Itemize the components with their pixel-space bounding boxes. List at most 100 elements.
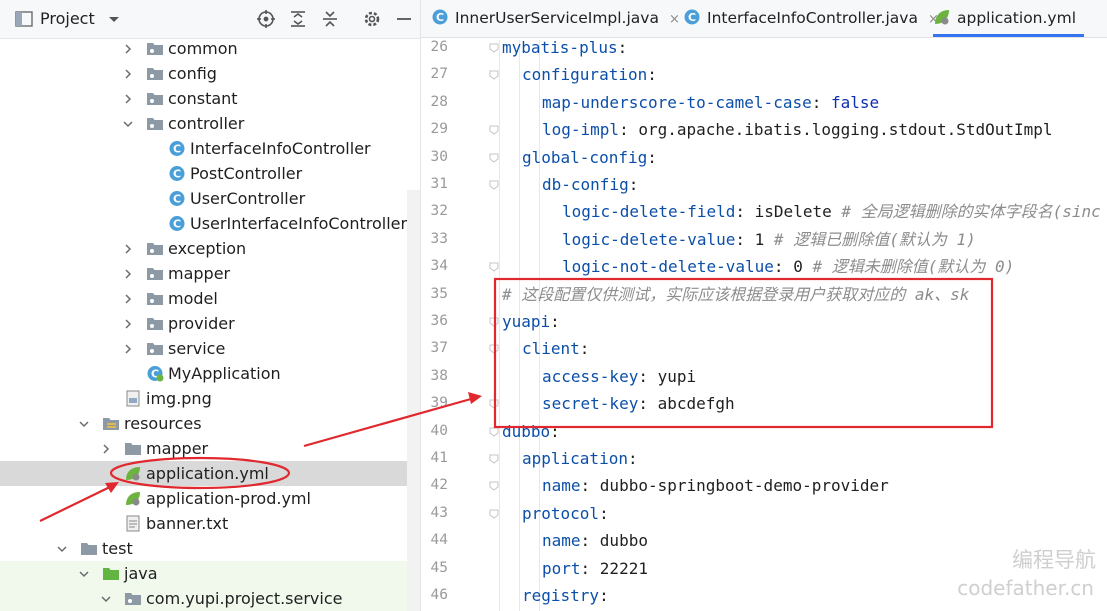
resources-folder-icon: [103, 418, 119, 430]
fold-marker-icon[interactable]: [489, 180, 499, 190]
yaml-key: name: [542, 531, 581, 551]
yaml-key: access-key: [542, 366, 639, 386]
chevron-right-icon[interactable]: [122, 318, 134, 330]
yaml-value: dubbo: [599, 531, 648, 551]
chevron-right-icon[interactable]: [100, 443, 112, 455]
chevron-down-icon[interactable]: [56, 543, 68, 555]
code-text: secret-key: abcdefgh: [542, 390, 735, 417]
yaml-key: log-impl: [542, 120, 620, 140]
editor-tab[interactable]: application.yml: [933, 0, 1085, 37]
tree-scrollbar[interactable]: [407, 190, 420, 611]
code-line: 41 application:: [421, 445, 1107, 472]
chevron-down-icon[interactable]: [100, 593, 112, 605]
chevron-down-icon[interactable]: [78, 418, 90, 430]
tree-item[interactable]: model: [0, 286, 420, 311]
punctuation: :: [628, 175, 639, 194]
code-line: 29 log-impl: org.apache.ibatis.logging.st…: [421, 116, 1107, 143]
fold-marker-icon[interactable]: [489, 43, 499, 53]
tree-item[interactable]: common: [0, 36, 420, 61]
panel-title[interactable]: Project: [40, 9, 95, 28]
editor-tab[interactable]: C InterfaceInfoController.java ×: [683, 0, 947, 37]
tree-item[interactable]: C UserInterfaceInfoController: [0, 211, 420, 236]
watermark-en: codefather.cn: [957, 576, 1094, 600]
punctuation: :: [580, 476, 600, 496]
code-text: logic-not-delete-value: 0 # 逻辑未删除值(默认为 0…: [562, 253, 1014, 280]
tree-item[interactable]: service: [0, 336, 420, 361]
tree-item[interactable]: application.yml: [0, 461, 420, 486]
tree-item-label: PostController: [190, 164, 303, 183]
target-icon[interactable]: [256, 9, 276, 29]
punctuation: :: [773, 257, 794, 277]
tree-item[interactable]: constant: [0, 86, 420, 111]
punctuation: :: [627, 449, 638, 468]
tree-item[interactable]: C InterfaceInfoController: [0, 136, 420, 161]
editor-tab-bar: C InnerUserServiceImpl.java × C InterfaceInf…: [421, 0, 1107, 38]
yaml-key: protocol: [522, 503, 600, 523]
yaml-value: 0: [793, 257, 813, 277]
fold-marker-icon[interactable]: [489, 427, 499, 437]
tree-item[interactable]: C MyApplication: [0, 361, 420, 386]
tree-item[interactable]: mapper: [0, 436, 420, 461]
fold-marker-icon[interactable]: [489, 70, 499, 81]
yaml-key: mybatis-plus: [502, 38, 618, 57]
fold-marker-icon[interactable]: [489, 509, 499, 519]
gear-icon[interactable]: [362, 9, 382, 29]
tree-item[interactable]: test: [0, 536, 420, 561]
yaml-key: configuration: [522, 65, 648, 85]
fold-marker-icon[interactable]: [489, 153, 499, 163]
chevron-right-icon[interactable]: [122, 68, 134, 80]
tree-item[interactable]: banner.txt: [0, 511, 420, 536]
tree-item[interactable]: exception: [0, 236, 420, 261]
fold-marker-icon[interactable]: [489, 317, 499, 327]
fold-marker-icon[interactable]: [489, 454, 499, 464]
code-text: yuapi:: [502, 308, 560, 335]
svg-text:C: C: [436, 11, 444, 24]
minimize-icon[interactable]: [394, 9, 414, 29]
punctuation: :: [579, 339, 590, 359]
chevron-down-icon[interactable]: [122, 118, 134, 130]
code-text: log-impl: org.apache.ibatis.logging.stdo…: [542, 116, 1053, 143]
code-line: 39 secret-key: abcdefgh: [421, 390, 1107, 417]
fold-marker-icon[interactable]: [489, 481, 499, 492]
fold-marker-icon[interactable]: [489, 344, 499, 355]
tree-item[interactable]: com.yupi.project.service: [0, 586, 420, 611]
java-class-icon: C: [684, 9, 700, 25]
tree-item[interactable]: resources: [0, 411, 420, 436]
tree-item[interactable]: mapper: [0, 261, 420, 286]
line-number: 45: [430, 559, 448, 576]
chevron-right-icon[interactable]: [122, 93, 134, 105]
chevron-right-icon[interactable]: [122, 243, 134, 255]
collapse-all-icon[interactable]: [320, 9, 340, 29]
fold-marker-icon[interactable]: [489, 125, 499, 135]
code-line: 43 protocol:: [421, 500, 1107, 527]
java-class-icon: C: [432, 9, 448, 25]
chevron-right-icon[interactable]: [122, 43, 134, 55]
tree-item[interactable]: application-prod.yml: [0, 486, 420, 511]
chevron-right-icon[interactable]: [122, 293, 134, 305]
tree-item[interactable]: provider: [0, 311, 420, 336]
editor-tab[interactable]: C InnerUserServiceImpl.java ×: [431, 0, 688, 37]
yaml-value: dubbo-springboot-demo-provider: [599, 476, 889, 496]
tree-item-label: InterfaceInfoController: [190, 139, 371, 158]
java-class-icon: C: [169, 166, 185, 181]
close-icon[interactable]: ×: [669, 12, 680, 27]
line-number: 32: [430, 203, 448, 220]
tree-item[interactable]: img.png: [0, 386, 420, 411]
expand-all-icon[interactable]: [288, 9, 308, 29]
chevron-right-icon[interactable]: [122, 268, 134, 280]
tree-item[interactable]: C PostController: [0, 161, 420, 186]
tree-item[interactable]: java: [0, 561, 420, 586]
fold-marker-icon[interactable]: [489, 262, 499, 272]
tree-item[interactable]: controller: [0, 111, 420, 136]
chevron-down-icon[interactable]: [78, 568, 90, 580]
tree-item[interactable]: C UserController: [0, 186, 420, 211]
chevron-right-icon[interactable]: [122, 343, 134, 355]
code-text: name: dubbo: [542, 527, 648, 554]
tree-item-label: test: [102, 539, 133, 558]
tree-item[interactable]: config: [0, 61, 420, 86]
code-line: 38 access-key: yupi: [421, 363, 1107, 390]
fold-marker-icon[interactable]: [489, 399, 499, 409]
dropdown-icon[interactable]: [104, 9, 124, 29]
line-number: 33: [430, 230, 448, 247]
line-number: 42: [430, 477, 448, 494]
